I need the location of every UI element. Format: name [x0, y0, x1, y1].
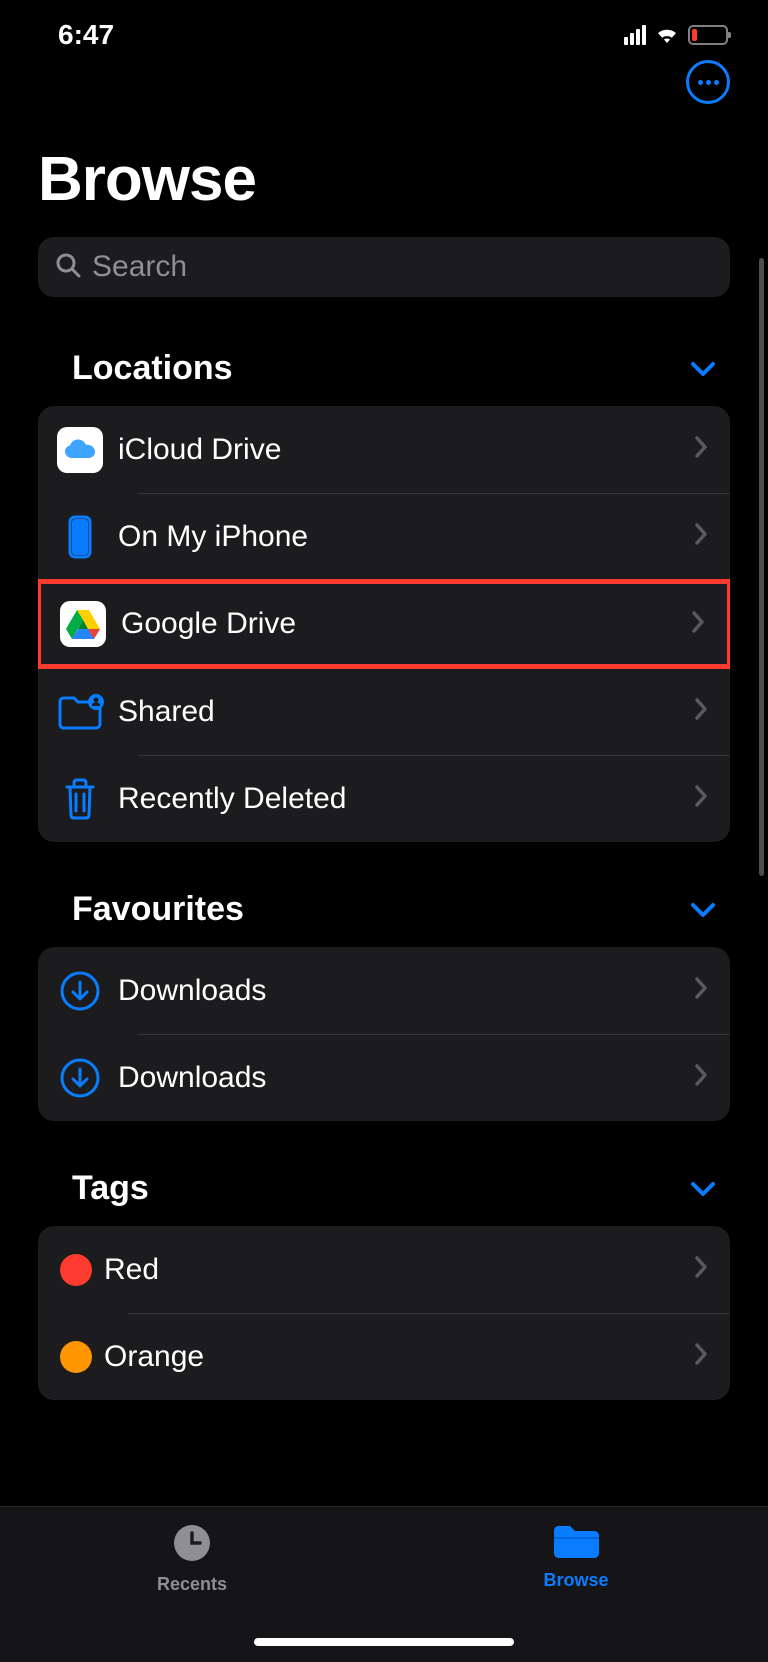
- shared-folder-icon: [48, 692, 112, 732]
- tag-red[interactable]: Red: [38, 1226, 730, 1313]
- page-title: Browse: [38, 144, 730, 215]
- tag-color-icon: [48, 1254, 104, 1286]
- status-time: 6:47: [58, 19, 114, 51]
- favourites-list: Downloads Downloads: [38, 947, 730, 1121]
- location-label: Shared: [118, 695, 694, 729]
- chevron-right-icon: [694, 1255, 708, 1284]
- favourites-section-header[interactable]: Favourites: [0, 842, 768, 947]
- chevron-right-icon: [694, 697, 708, 726]
- location-on-my-iphone[interactable]: On My iPhone: [38, 493, 730, 580]
- location-recently-deleted[interactable]: Recently Deleted: [38, 755, 730, 842]
- chevron-right-icon: [694, 1342, 708, 1371]
- location-label: Recently Deleted: [118, 782, 694, 816]
- locations-section-header[interactable]: Locations: [0, 301, 768, 406]
- status-right: [624, 25, 728, 45]
- wifi-icon: [654, 25, 680, 45]
- favourite-label: Downloads: [118, 974, 694, 1008]
- tab-label: Recents: [157, 1574, 227, 1595]
- chevron-down-icon: [690, 1181, 716, 1197]
- chevron-right-icon: [694, 784, 708, 813]
- chevron-right-icon: [694, 435, 708, 464]
- battery-icon: [688, 25, 728, 45]
- tags-title: Tags: [72, 1169, 149, 1208]
- location-google-drive[interactable]: Google Drive: [38, 579, 730, 669]
- search-input[interactable]: [92, 250, 714, 284]
- location-shared[interactable]: Shared: [38, 668, 730, 755]
- tab-recents[interactable]: Recents: [92, 1521, 292, 1595]
- icloud-icon: [48, 427, 112, 473]
- location-label: On My iPhone: [118, 520, 694, 554]
- home-indicator[interactable]: [254, 1638, 514, 1646]
- scrollbar[interactable]: [759, 258, 764, 876]
- tag-orange[interactable]: Orange: [38, 1313, 730, 1400]
- chevron-right-icon: [691, 610, 705, 639]
- tab-browse[interactable]: Browse: [476, 1521, 676, 1591]
- status-bar: 6:47: [0, 0, 768, 60]
- tag-color-icon: [48, 1341, 104, 1373]
- favourites-title: Favourites: [72, 890, 244, 929]
- google-drive-icon: [51, 601, 115, 647]
- iphone-icon: [48, 515, 112, 559]
- download-icon: [48, 970, 112, 1012]
- favourite-downloads[interactable]: Downloads: [38, 1034, 730, 1121]
- folder-icon: [550, 1521, 602, 1566]
- tab-label: Browse: [543, 1570, 608, 1591]
- favourite-label: Downloads: [118, 1061, 694, 1095]
- tag-label: Orange: [104, 1340, 694, 1374]
- chevron-down-icon: [690, 902, 716, 918]
- search-icon: [54, 251, 92, 284]
- tags-section-header[interactable]: Tags: [0, 1121, 768, 1226]
- chevron-down-icon: [690, 361, 716, 377]
- chevron-right-icon: [694, 976, 708, 1005]
- chevron-right-icon: [694, 522, 708, 551]
- tags-list: Red Orange: [38, 1226, 730, 1400]
- locations-list: iCloud Drive On My iPhone Google Drive S…: [38, 406, 730, 842]
- chevron-right-icon: [694, 1063, 708, 1092]
- location-label: Google Drive: [121, 607, 691, 641]
- location-label: iCloud Drive: [118, 433, 694, 467]
- download-icon: [48, 1057, 112, 1099]
- more-options-button[interactable]: [686, 60, 730, 104]
- search-field[interactable]: [38, 237, 730, 297]
- location-icloud-drive[interactable]: iCloud Drive: [38, 406, 730, 493]
- clock-icon: [170, 1521, 214, 1570]
- trash-icon: [48, 777, 112, 821]
- favourite-downloads[interactable]: Downloads: [38, 947, 730, 1034]
- tag-label: Red: [104, 1253, 694, 1287]
- locations-title: Locations: [72, 349, 233, 388]
- cellular-signal-icon: [624, 25, 646, 45]
